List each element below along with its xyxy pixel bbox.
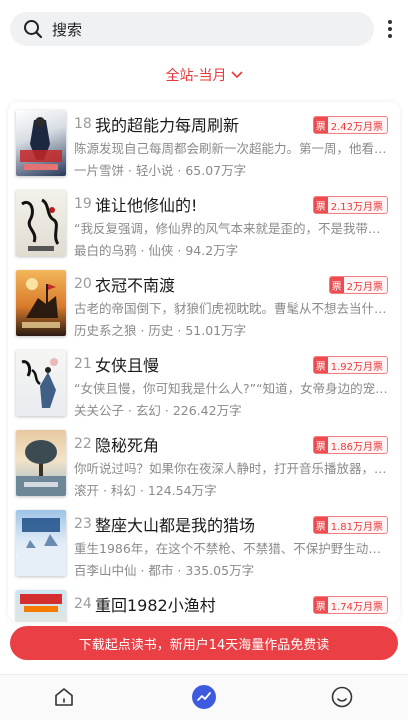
book-cover [16,110,66,176]
ticket-icon: 票 [313,597,328,613]
monthly-vote-badge: 票 1.86万月票 [312,436,388,454]
vote-count: 1.81万月票 [330,521,383,533]
book-title: 谁让他修仙的! [95,196,198,215]
vote-count: 1.74万月票 [330,601,383,613]
book-description: “我反复强调，修仙界的风气本来就是歪的，不是我带歪… [74,221,388,236]
book-meta: 关关公子 · 玄幻 · 226.42万字 [74,403,242,418]
download-app-banner[interactable]: 下载起点读书，新用户14天海量作品免费读 [10,626,398,660]
search-icon [22,18,44,40]
book-cover [16,190,66,256]
rank-number: 20 [74,276,92,292]
smile-icon [330,685,354,713]
vote-count: 2.13万月票 [330,201,383,213]
rank-number: 24 [74,596,92,612]
book-meta: 一片雪饼 · 轻小说 · 65.07万字 [74,163,247,178]
rank-number: 22 [74,436,92,452]
ticket-icon: 票 [329,277,344,293]
download-app-banner-text: 下载起点读书，新用户14天海量作品免费读 [78,637,330,653]
book-item[interactable]: 22 隐秘死角 票 1.86万月票 你听说过吗？如果你在夜深人静时，打开音乐播放… [8,430,400,502]
search-bar[interactable]: 搜索 [10,12,374,46]
rank-number: 21 [74,356,92,372]
vote-count: 1.86万月票 [330,441,383,453]
ticket-icon: 票 [313,197,328,213]
tab-profile[interactable] [328,685,356,713]
period-filter-label: 全站-当月 [165,68,227,84]
book-title: 整座大山都是我的猎场 [95,516,256,535]
ranking-list: 18 我的超能力每周刷新 票 2.42万月票 陈源发现自己每周都会刷新一次超能力… [8,102,400,622]
tab-ranking[interactable] [190,685,218,713]
rank-number: 23 [74,516,92,532]
home-icon [52,685,76,713]
book-cover [16,350,66,416]
book-description: 重生1986年，在这个不禁枪、不禁猎、不保护野生动物… [74,541,388,556]
book-description: 古老的帝国倒下，豺狼们虎视眈眈。曹髦从不想去当什… [74,301,387,316]
book-cover [16,270,66,336]
bottom-tab-bar [0,674,408,720]
vote-count: 2.42万月票 [330,121,383,133]
ticket-icon: 票 [313,517,328,533]
rank-number: 19 [74,196,92,212]
rank-number: 18 [74,116,92,132]
book-cover [16,510,66,576]
book-title: 隐秘死角 [95,436,160,455]
book-cover [16,590,66,622]
ticket-icon: 票 [313,357,328,373]
book-meta: 百李山中仙 · 都市 · 335.05万字 [74,563,255,578]
tab-home[interactable] [50,685,78,713]
book-cover [16,430,66,496]
book-title: 女侠且慢 [95,356,160,375]
book-description: “女侠且慢，你可知我是什么人?”“知道，女帝身边的宠… [74,381,388,396]
monthly-vote-badge: 票 2万月票 [328,276,388,294]
more-icon[interactable] [382,16,398,42]
book-description: 你听说过吗？如果你在夜深人静时，打开音乐播放器，… [74,461,387,476]
search-placeholder: 搜索 [52,20,83,39]
book-title: 衣冠不南渡 [95,276,176,295]
book-description: 陈源发现自己每周都会刷新一次超能力。第一周，他看… [74,141,387,156]
book-item[interactable]: 20 衣冠不南渡 票 2万月票 古老的帝国倒下，豺狼们虎视眈眈。曹髦从不想去当什… [8,270,400,342]
book-meta: 滚开 · 科幻 · 124.54万字 [74,483,217,498]
book-item[interactable]: 21 女侠且慢 票 1.92万月票 “女侠且慢，你可知我是什么人?”“知道，女帝… [8,350,400,422]
book-item[interactable]: 23 整座大山都是我的猎场 票 1.81万月票 重生1986年，在这个不禁枪、不… [8,510,400,582]
monthly-vote-badge: 票 1.92万月票 [312,356,388,374]
book-meta: 最白的乌鸦 · 仙侠 · 94.2万字 [74,243,239,258]
book-item[interactable]: 19 谁让他修仙的! 票 2.13万月票 “我反复强调，修仙界的风气本来就是歪的… [8,190,400,262]
vote-count: 1.92万月票 [330,361,383,373]
monthly-vote-badge: 票 1.81万月票 [312,516,388,534]
monthly-vote-badge: 票 1.74万月票 [312,596,388,614]
period-filter[interactable]: 全站-当月 [0,62,408,88]
monthly-vote-badge: 票 2.13万月票 [312,196,388,214]
book-title: 我的超能力每周刷新 [95,116,240,135]
trend-icon [191,684,217,714]
ticket-icon: 票 [313,437,328,453]
ticket-icon: 票 [313,117,328,133]
book-meta: 历史系之狼 · 历史 · 51.01万字 [74,323,247,338]
monthly-vote-badge: 票 2.42万月票 [312,116,388,134]
book-item[interactable]: 24 重回1982小渔村 票 1.74万月票 [8,590,400,622]
vote-count: 2万月票 [346,281,383,293]
book-item[interactable]: 18 我的超能力每周刷新 票 2.42万月票 陈源发现自己每周都会刷新一次超能力… [8,110,400,182]
book-title: 重回1982小渔村 [95,596,216,615]
chevron-down-icon [230,67,243,83]
